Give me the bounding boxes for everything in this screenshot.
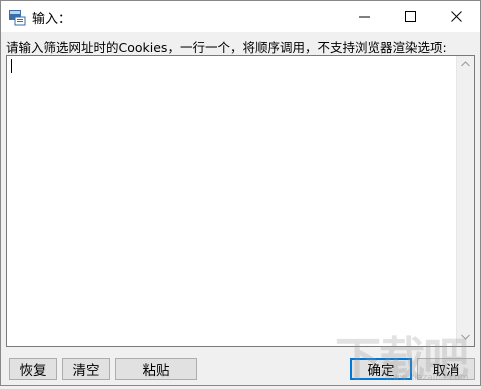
clear-button[interactable]: 清空 <box>62 358 110 380</box>
minimize-button[interactable] <box>342 1 388 32</box>
cookies-textarea[interactable] <box>6 55 475 347</box>
prompt-label: 请输入筛选网址时的Cookies，一行一个，将顺序调用，不支持浏览器渲染选项: <box>6 40 447 55</box>
restore-button[interactable]: 恢复 <box>9 358 57 380</box>
vertical-scrollbar[interactable] <box>456 56 474 346</box>
text-caret <box>11 59 12 73</box>
maximize-icon <box>405 11 416 22</box>
minimize-icon <box>359 16 370 18</box>
input-dialog-window: 输入： 请输入筛选网址时的Cookies，一行一个，将顺序调用，不支持浏览器渲染… <box>0 0 481 386</box>
chevron-down-icon <box>461 334 470 340</box>
title-bar[interactable]: 输入： <box>1 1 480 32</box>
close-icon <box>451 11 462 22</box>
ok-button[interactable]: 确定 <box>350 358 412 380</box>
close-button[interactable] <box>434 1 480 32</box>
window-title: 输入： <box>32 12 72 27</box>
app-icon <box>8 8 26 26</box>
paste-button[interactable]: 粘贴 <box>115 358 197 380</box>
cancel-button[interactable]: 取消 <box>417 358 475 380</box>
scroll-down-button[interactable] <box>457 329 474 346</box>
scroll-up-button[interactable] <box>457 56 474 73</box>
maximize-button[interactable] <box>388 1 434 32</box>
chevron-up-icon <box>461 61 470 67</box>
